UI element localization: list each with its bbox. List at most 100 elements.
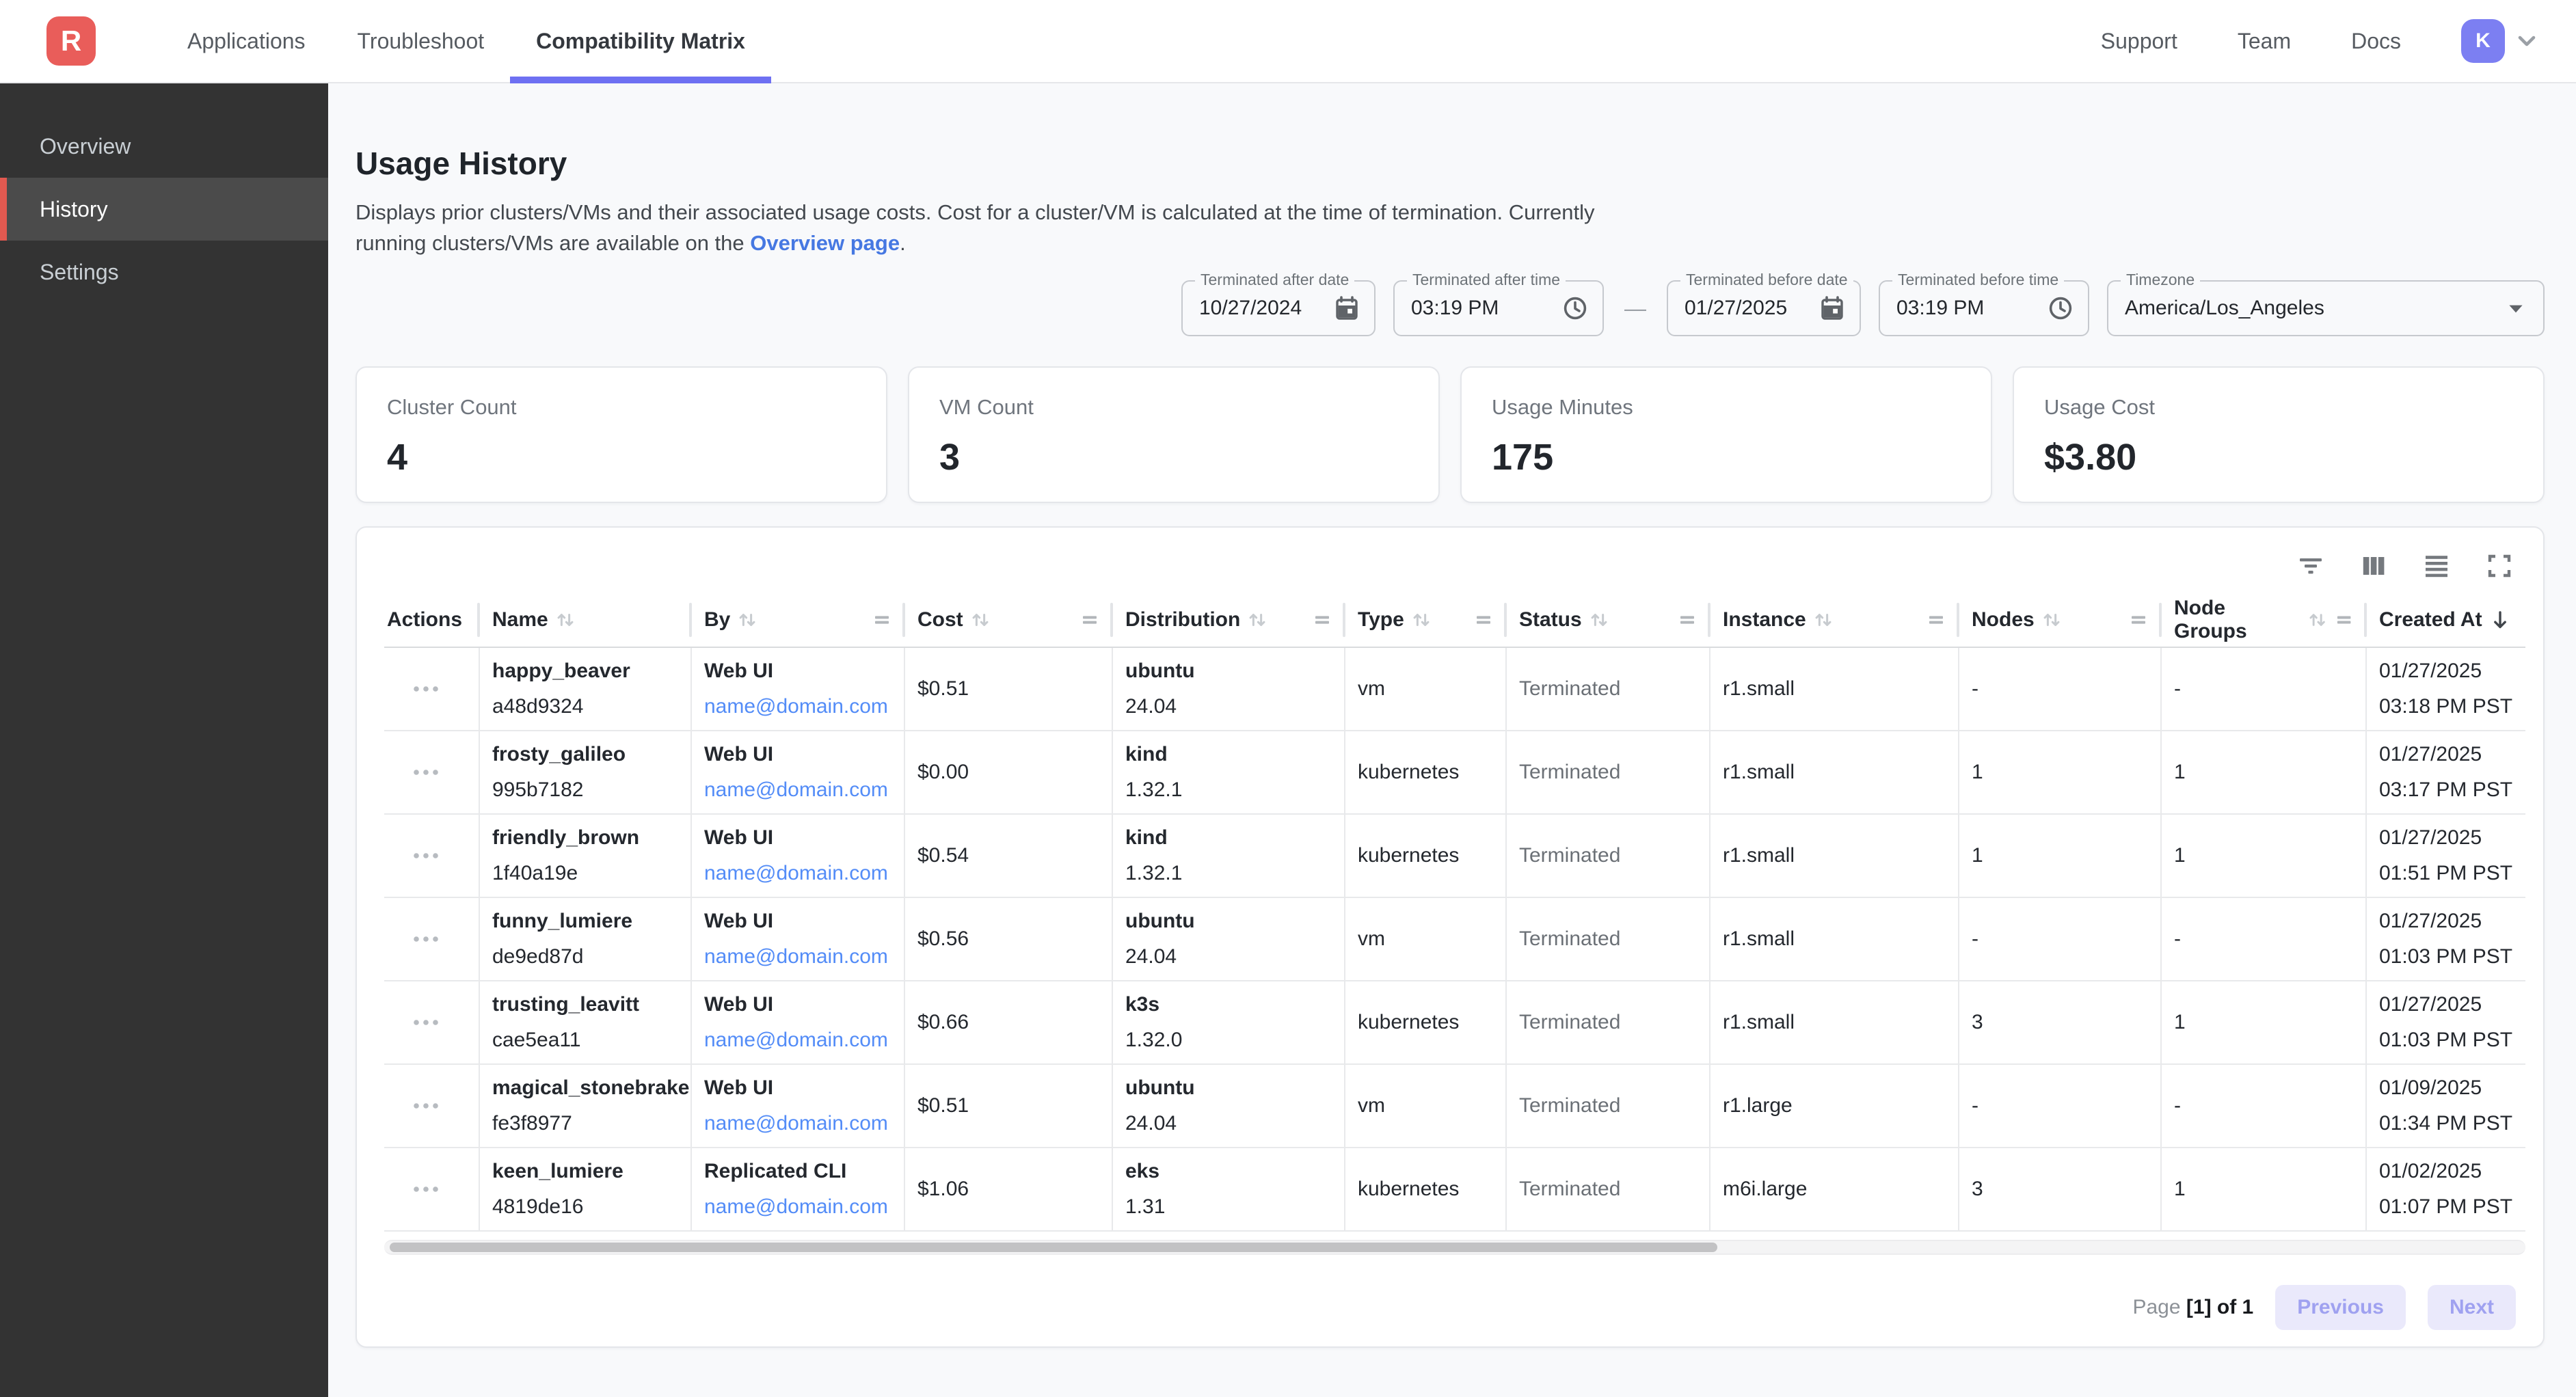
distribution-name: ubuntu bbox=[1125, 908, 1333, 934]
nav-item-applications[interactable]: Applications bbox=[161, 0, 332, 82]
next-button[interactable]: Next bbox=[2428, 1285, 2516, 1330]
sidebar-item-history[interactable]: History bbox=[0, 178, 328, 241]
overview-page-link[interactable]: Overview page bbox=[750, 231, 900, 255]
created-time: 01:03 PM PST bbox=[2379, 1027, 2525, 1053]
col-header-name[interactable]: Name bbox=[480, 593, 692, 647]
created-by-email-link[interactable]: name@domain.com bbox=[704, 1027, 893, 1053]
created-by-source: Web UI bbox=[704, 1075, 893, 1101]
top-navbar: R Applications Troubleshoot Compatibilit… bbox=[0, 0, 2576, 83]
table-row: friendly_brown 1f40a19e Web UI name@doma… bbox=[384, 815, 2525, 898]
stat-card-cluster-count: Cluster Count 4 bbox=[355, 366, 887, 503]
column-menu-icon[interactable] bbox=[1313, 610, 1332, 629]
fullscreen-icon[interactable] bbox=[2486, 552, 2513, 580]
created-date: 01/27/2025 bbox=[2379, 658, 2525, 684]
col-header-by[interactable]: By bbox=[692, 593, 905, 647]
distribution-name: ubuntu bbox=[1125, 658, 1333, 684]
cell-instance: r1.small bbox=[1710, 815, 1959, 897]
created-by-email-link[interactable]: name@domain.com bbox=[704, 1111, 893, 1137]
cell-by: Web UI name@domain.com bbox=[692, 898, 905, 980]
timezone-select[interactable]: Timezone America/Los_Angeles bbox=[2107, 280, 2545, 336]
cell-type: vm bbox=[1345, 898, 1507, 980]
created-by-email-link[interactable]: name@domain.com bbox=[704, 694, 893, 720]
cell-by: Web UI name@domain.com bbox=[692, 648, 905, 730]
clock-icon[interactable] bbox=[1561, 295, 1589, 322]
cell-instance: r1.small bbox=[1710, 731, 1959, 813]
sidebar-item-overview[interactable]: Overview bbox=[0, 115, 328, 178]
terminated-after-date-input[interactable]: Terminated after date 10/27/2024 bbox=[1181, 280, 1376, 336]
row-actions-button[interactable] bbox=[384, 981, 480, 1063]
cell-instance: m6i.large bbox=[1710, 1148, 1959, 1230]
cell-by: Replicated CLI name@domain.com bbox=[692, 1148, 905, 1230]
created-by-email-link[interactable]: name@domain.com bbox=[704, 860, 893, 886]
cell-type: vm bbox=[1345, 1065, 1507, 1147]
cell-instance: r1.small bbox=[1710, 898, 1959, 980]
account-menu[interactable]: K bbox=[2461, 19, 2540, 63]
columns-icon[interactable] bbox=[2360, 552, 2387, 580]
density-icon[interactable] bbox=[2423, 552, 2450, 580]
table-row: trusting_leavitt cae5ea11 Web UI name@do… bbox=[384, 981, 2525, 1065]
sidebar-item-settings[interactable]: Settings bbox=[0, 241, 328, 303]
col-header-distribution[interactable]: Distribution bbox=[1113, 593, 1345, 647]
ellipsis-icon bbox=[411, 1016, 441, 1029]
row-actions-button[interactable] bbox=[384, 648, 480, 730]
created-by-email-link[interactable]: name@domain.com bbox=[704, 1194, 893, 1220]
row-actions-button[interactable] bbox=[384, 815, 480, 897]
replicated-logo[interactable]: R bbox=[46, 16, 96, 66]
column-menu-icon[interactable] bbox=[2335, 610, 2353, 629]
sort-icon bbox=[2041, 610, 2062, 630]
calendar-icon[interactable] bbox=[1333, 295, 1360, 322]
nav-item-troubleshoot[interactable]: Troubleshoot bbox=[332, 0, 511, 82]
table-row: magical_stonebraker fe3f8977 Web UI name… bbox=[384, 1065, 2525, 1148]
row-actions-button[interactable] bbox=[384, 731, 480, 813]
created-by-email-link[interactable]: name@domain.com bbox=[704, 777, 893, 803]
cell-cost: $0.56 bbox=[905, 898, 1113, 980]
col-header-status[interactable]: Status bbox=[1507, 593, 1710, 647]
scrollbar-thumb[interactable] bbox=[390, 1243, 1717, 1252]
avatar[interactable]: K bbox=[2461, 19, 2505, 63]
previous-button[interactable]: Previous bbox=[2275, 1285, 2406, 1330]
cell-node-groups: - bbox=[2162, 648, 2367, 730]
cell-distribution: kind 1.32.1 bbox=[1113, 731, 1345, 813]
terminated-before-date-input[interactable]: Terminated before date 01/27/2025 bbox=[1667, 280, 1861, 336]
column-menu-icon[interactable] bbox=[1678, 610, 1697, 629]
row-actions-button[interactable] bbox=[384, 1065, 480, 1147]
col-header-node-groups[interactable]: Node Groups bbox=[2162, 593, 2367, 647]
col-label: By bbox=[704, 608, 730, 632]
field-value: 03:19 PM bbox=[1411, 297, 1561, 320]
stat-label: Usage Minutes bbox=[1492, 395, 1961, 420]
nav-item-support[interactable]: Support bbox=[2101, 29, 2177, 54]
created-date: 01/09/2025 bbox=[2379, 1075, 2525, 1101]
created-by-source: Web UI bbox=[704, 825, 893, 851]
row-actions-button[interactable] bbox=[384, 898, 480, 980]
nav-item-compatibility-matrix[interactable]: Compatibility Matrix bbox=[510, 0, 771, 82]
column-menu-icon[interactable] bbox=[1474, 610, 1493, 629]
column-menu-icon[interactable] bbox=[872, 610, 891, 629]
column-menu-icon[interactable] bbox=[1927, 610, 1946, 629]
col-header-nodes[interactable]: Nodes bbox=[1959, 593, 2162, 647]
cell-distribution: eks 1.31 bbox=[1113, 1148, 1345, 1230]
nav-item-docs[interactable]: Docs bbox=[2351, 29, 2401, 54]
table-header-row: Actions Name By Cost bbox=[384, 593, 2525, 648]
clock-icon[interactable] bbox=[2047, 295, 2074, 322]
terminated-after-time-input[interactable]: Terminated after time 03:19 PM bbox=[1393, 280, 1604, 336]
created-by-email-link[interactable]: name@domain.com bbox=[704, 944, 893, 970]
sort-icon bbox=[1813, 610, 1834, 630]
col-header-instance[interactable]: Instance bbox=[1710, 593, 1959, 647]
stat-card-usage-minutes: Usage Minutes 175 bbox=[1460, 366, 1992, 503]
col-header-cost[interactable]: Cost bbox=[905, 593, 1113, 647]
column-menu-icon[interactable] bbox=[1080, 610, 1099, 629]
col-header-type[interactable]: Type bbox=[1345, 593, 1507, 647]
row-actions-button[interactable] bbox=[384, 1148, 480, 1230]
cluster-name: funny_lumiere bbox=[492, 908, 680, 934]
terminated-before-time-input[interactable]: Terminated before time 03:19 PM bbox=[1879, 280, 2089, 336]
page-label: Page bbox=[2132, 1296, 2180, 1318]
filter-icon[interactable] bbox=[2297, 552, 2324, 580]
cell-by: Web UI name@domain.com bbox=[692, 1065, 905, 1147]
cell-type: kubernetes bbox=[1345, 815, 1507, 897]
column-menu-icon[interactable] bbox=[2129, 610, 2148, 629]
nav-item-team[interactable]: Team bbox=[2238, 29, 2291, 54]
calendar-icon[interactable] bbox=[1819, 295, 1846, 322]
ellipsis-icon bbox=[411, 849, 441, 863]
created-date: 01/27/2025 bbox=[2379, 742, 2525, 768]
col-header-created-at[interactable]: Created At bbox=[2367, 593, 2525, 647]
